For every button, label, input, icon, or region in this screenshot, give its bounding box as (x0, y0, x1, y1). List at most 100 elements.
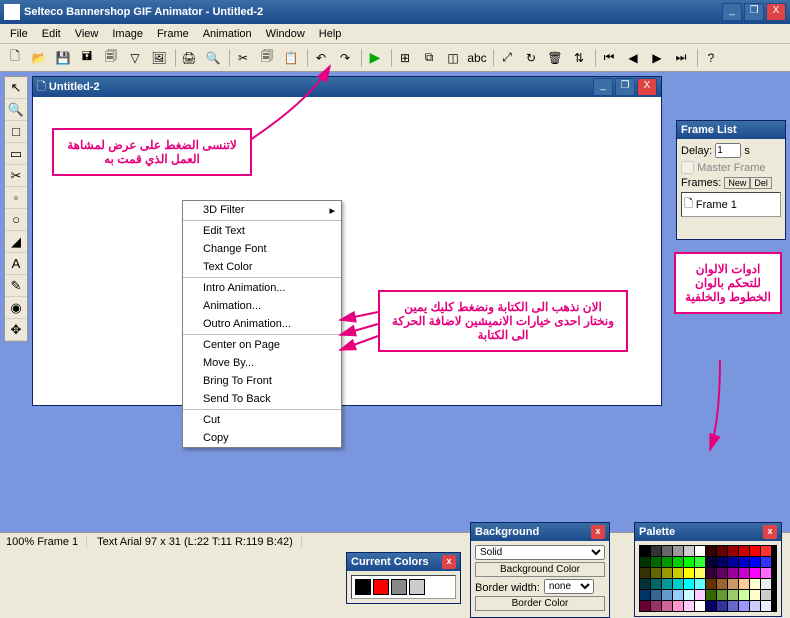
palette-color[interactable] (640, 579, 650, 589)
color-swatch[interactable] (391, 579, 407, 595)
palette-color[interactable] (662, 590, 672, 600)
palette-color[interactable] (728, 579, 738, 589)
prev-icon[interactable]: ◀ (622, 47, 644, 69)
tool-0[interactable]: ↖ (5, 77, 27, 99)
palette-color[interactable] (706, 557, 716, 567)
last-icon[interactable]: ⏭ (670, 47, 692, 69)
palette-color[interactable] (673, 601, 683, 611)
palette-color[interactable] (640, 557, 650, 567)
rotate-icon[interactable]: ↻ (520, 47, 542, 69)
palette-color[interactable] (750, 579, 760, 589)
palette-color[interactable] (695, 579, 705, 589)
tool-6[interactable]: ○ (5, 209, 27, 231)
menu-view[interactable]: View (69, 26, 105, 42)
open-icon[interactable]: 📂 (28, 47, 50, 69)
close-button[interactable]: X (766, 3, 786, 21)
palette-color[interactable] (761, 546, 771, 556)
palette-color[interactable] (750, 546, 760, 556)
menu-item-edit-text[interactable]: Edit Text (183, 222, 341, 240)
cut-icon[interactable]: ✂ (232, 47, 254, 69)
palette-color[interactable] (761, 579, 771, 589)
palette-color[interactable] (640, 590, 650, 600)
help-icon[interactable]: ? (700, 47, 722, 69)
palette-color[interactable] (739, 546, 749, 556)
palette-color[interactable] (717, 590, 727, 600)
palette-color[interactable] (761, 590, 771, 600)
palette-color[interactable] (651, 546, 661, 556)
palette-color[interactable] (761, 568, 771, 578)
paste-icon[interactable]: 📋 (280, 47, 302, 69)
palette-color[interactable] (662, 568, 672, 578)
palette-color[interactable] (662, 579, 672, 589)
delay-input[interactable] (715, 143, 741, 158)
border-width-select[interactable]: none (544, 579, 594, 594)
palette-color[interactable] (717, 557, 727, 567)
palette-color[interactable] (728, 601, 738, 611)
palette-color[interactable] (739, 557, 749, 567)
palette-color[interactable] (717, 579, 727, 589)
tool-4[interactable]: ✂ (5, 165, 27, 187)
frame-copy-icon[interactable]: ⧉ (418, 47, 440, 69)
doc-restore-button[interactable]: ❐ (615, 78, 635, 96)
palette-color[interactable] (673, 557, 683, 567)
tool-9[interactable]: ✎ (5, 275, 27, 297)
palette-color[interactable] (750, 590, 760, 600)
frame-add-icon[interactable]: ⊞ (394, 47, 416, 69)
doc-close-button[interactable]: X (637, 78, 657, 96)
next-icon[interactable]: ▶ (646, 47, 668, 69)
copy-icon[interactable]: 🗐 (256, 47, 278, 69)
palette-color[interactable] (684, 590, 694, 600)
palette-color[interactable] (695, 590, 705, 600)
palette-color[interactable] (739, 568, 749, 578)
menu-edit[interactable]: Edit (36, 26, 67, 42)
palette-color[interactable] (640, 546, 650, 556)
palette-color[interactable] (728, 590, 738, 600)
tool-11[interactable]: ✥ (5, 319, 27, 341)
palette-color[interactable] (739, 579, 749, 589)
tool-10[interactable]: ◉ (5, 297, 27, 319)
palette-color[interactable] (750, 568, 760, 578)
menu-item-center-on-page[interactable]: Center on Page (183, 336, 341, 354)
export-icon[interactable]: 🗐 (100, 47, 122, 69)
minimize-button[interactable]: _ (722, 3, 742, 21)
palette-color[interactable] (684, 579, 694, 589)
palette-color[interactable] (684, 546, 694, 556)
new-icon[interactable]: 🗋 (4, 47, 26, 69)
palette-color[interactable] (717, 601, 727, 611)
menu-animation[interactable]: Animation (197, 26, 258, 42)
delete-icon[interactable]: 🗑 (544, 47, 566, 69)
palette-color[interactable] (651, 568, 661, 578)
palette-color[interactable] (695, 546, 705, 556)
palette-color[interactable] (739, 601, 749, 611)
palette-color[interactable] (673, 590, 683, 600)
palette-color[interactable] (717, 546, 727, 556)
preview-icon[interactable]: 🔍 (202, 47, 224, 69)
frame-item[interactable]: Frame 1 (696, 199, 737, 211)
palette-color[interactable] (750, 601, 760, 611)
palette-color[interactable] (695, 568, 705, 578)
palette-color[interactable] (761, 601, 771, 611)
redo-icon[interactable]: ↷ (334, 47, 356, 69)
menu-item-cut[interactable]: Cut (183, 411, 341, 429)
background-type-select[interactable]: Solid (475, 545, 605, 560)
palette-color[interactable] (728, 557, 738, 567)
menu-help[interactable]: Help (313, 26, 348, 42)
palette-color[interactable] (684, 601, 694, 611)
menu-file[interactable]: File (4, 26, 34, 42)
palette-color[interactable] (761, 557, 771, 567)
palette-color[interactable] (739, 590, 749, 600)
palette-color[interactable] (695, 601, 705, 611)
palette-color[interactable] (640, 601, 650, 611)
saveall-icon[interactable]: 🖬 (76, 47, 98, 69)
palette-color[interactable] (706, 601, 716, 611)
color-swatch[interactable] (373, 579, 389, 595)
menu-item-intro-animation-[interactable]: Intro Animation... (183, 279, 341, 297)
palette-color[interactable] (651, 557, 661, 567)
palette-color[interactable] (640, 568, 650, 578)
palette-color[interactable] (651, 601, 661, 611)
menu-item-bring-to-front[interactable]: Bring To Front (183, 372, 341, 390)
palette-color[interactable] (673, 579, 683, 589)
play-icon[interactable]: ▶ (364, 47, 386, 69)
del-frame-button[interactable]: Del (750, 177, 772, 189)
palette-color[interactable] (728, 568, 738, 578)
